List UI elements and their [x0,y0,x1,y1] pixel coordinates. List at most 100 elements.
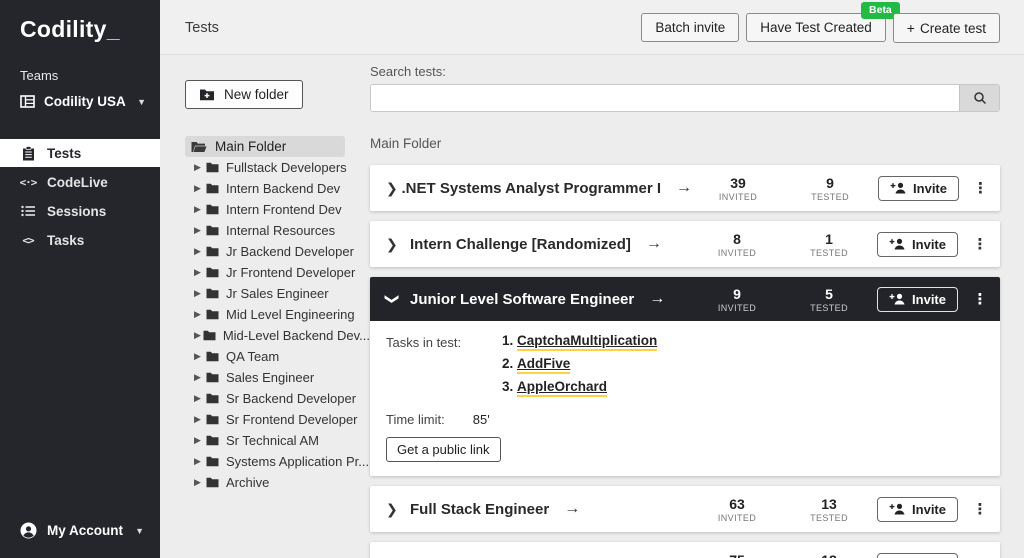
sidebar-item-tests[interactable]: Tests [0,139,160,167]
folder-label: Mid Level Engineering [226,307,355,322]
expand-chevron-icon[interactable]: ❯ [386,236,410,253]
folder-tree-item[interactable]: ▶ Fullstack Developers [185,157,370,178]
new-folder-button[interactable]: New folder [185,80,303,109]
folder-label: QA Team [226,349,279,364]
codility-logo: Codility_ [0,0,160,43]
caret-right-icon: ▶ [194,225,206,236]
search-button[interactable] [959,85,999,111]
open-test-arrow-icon[interactable]: → [564,500,580,518]
folder-tree-item[interactable]: ▶ Jr Backend Developer [185,241,370,262]
folder-tree-item[interactable]: ▶ Mid-Level Backend Dev... [185,325,370,346]
folder-label: Internal Resources [226,223,335,238]
folder-tree-item[interactable]: ▶ Intern Backend Dev [185,178,370,199]
folder-tree-item[interactable]: ▶ Sr Frontend Developer [185,409,370,430]
test-title[interactable]: Junior Level Software Engineer [410,291,634,308]
kebab-menu-icon[interactable]: ⋮ [973,179,988,197]
folder-tree-item[interactable]: ▶ Archive [185,472,370,493]
sidebar-item-label: Tasks [47,233,84,248]
task-list: CaptchaMultiplication AddFive AppleOrcha… [500,333,657,402]
topbar: Tests Batch invite Have Test Created Bet… [160,0,1024,55]
folder-tree-item[interactable]: ▶ Sr Backend Developer [185,388,370,409]
tested-count: 1 [783,231,875,247]
test-card: ❯ Junior Level Software Engineer → 9 INV… [370,277,1000,476]
caret-right-icon: ▶ [194,477,206,488]
invited-count: 63 [691,496,783,512]
folder-label: Main Folder [215,139,286,154]
test-stats: 9 INVITED 5 TESTED [691,286,875,313]
team-selector[interactable]: Codility USA ▼ [20,94,146,109]
invited-label: INVITED [691,248,783,258]
sidebar-item-codelive[interactable]: <·> CodeLive [0,168,160,196]
folder-icon [206,267,219,278]
folder-icon [206,351,219,362]
folder-icon [206,477,219,488]
batch-invite-button[interactable]: Batch invite [641,13,739,42]
folder-tree-item[interactable]: ▶ Intern Frontend Dev [185,199,370,220]
tested-label: TESTED [783,248,875,258]
caret-right-icon: ▶ [194,414,206,425]
invite-button[interactable]: Invite [877,232,958,257]
folder-icon [203,330,216,341]
caret-right-icon: ▶ [194,246,206,257]
folder-icon [206,372,219,383]
kebab-menu-icon[interactable]: ⋮ [972,290,988,308]
open-test-arrow-icon[interactable]: → [649,290,665,308]
test-card-header: ❯ Intern Challenge [Randomized] → 8 INVI… [370,221,1000,267]
folder-tree-item[interactable]: ▶ Jr Frontend Developer [185,262,370,283]
expand-chevron-icon[interactable]: ❯ [386,180,401,197]
test-list: ❯ .NET Systems Analyst Programmer I → 39… [370,165,1000,558]
folder-tree-item[interactable]: ▶ Sr Technical AM [185,430,370,451]
create-test-button[interactable]: +Create test [893,13,1000,43]
test-card: ❯ Intern Challenge [Randomized] → 8 INVI… [370,221,1000,267]
expand-chevron-icon[interactable]: ❯ [386,501,410,518]
task-link[interactable]: AppleOrchard [517,379,607,397]
folder-icon [206,414,219,425]
search-input[interactable] [371,85,959,111]
folder-tree-item[interactable]: ▶ Sales Engineer [185,367,370,388]
expand-chevron-icon[interactable]: ❯ [384,293,401,309]
sidebar-item-tasks[interactable]: <> Tasks [0,226,160,254]
my-account[interactable]: My Account ▼ [0,516,160,545]
task-link[interactable]: AddFive [517,356,570,374]
kebab-menu-icon[interactable]: ⋮ [972,235,988,253]
invite-button[interactable]: Invite [877,553,958,558]
test-title[interactable]: Full Stack Engineer [410,501,549,518]
folder-tree-item[interactable]: ▶ QA Team [185,346,370,367]
test-card: ❯ Full Stack Engineer → 63 INVITED 13 TE… [370,486,1000,532]
folder-icon [206,183,219,194]
tested-count: 5 [783,286,875,302]
folder-icon [206,393,219,404]
invite-label: Invite [912,502,946,517]
folder-tree-item[interactable]: ▶ Mid Level Engineering [185,304,370,325]
open-test-arrow-icon[interactable]: → [646,235,662,253]
tested-count: 18 [783,552,875,558]
folder-label: Sr Backend Developer [226,391,356,406]
caret-right-icon: ▶ [194,267,206,278]
test-title[interactable]: .NET Systems Analyst Programmer I [401,180,661,197]
open-test-arrow-icon[interactable]: → [676,179,692,197]
folder-plus-icon [199,88,215,101]
caret-right-icon: ▶ [194,330,203,341]
folder-main-folder[interactable]: Main Folder [185,136,345,157]
sidebar-item-label: Sessions [47,204,106,219]
folder-tree-item[interactable]: ▶ Systems Application Pr... [185,451,370,472]
get-public-link-button[interactable]: Get a public link [386,437,501,462]
kebab-menu-icon[interactable]: ⋮ [972,500,988,518]
folder-tree-item[interactable]: ▶ Jr Sales Engineer [185,283,370,304]
invite-button[interactable]: Invite [877,287,958,312]
folder-tree-item[interactable]: ▶ Internal Resources [185,220,370,241]
code-icon: <> [20,234,36,247]
test-stats: 8 INVITED 1 TESTED [691,231,875,258]
new-folder-label: New folder [224,87,289,102]
sidebar-item-sessions[interactable]: Sessions [0,197,160,225]
person-add-icon [890,182,906,194]
folder-list: ▶ Fullstack Developers ▶ Intern Backend … [185,157,370,493]
invite-button[interactable]: Invite [878,176,959,201]
tasks-in-test-label: Tasks in test: [386,333,466,402]
caret-down-icon: ▼ [137,97,146,107]
stat-invited: 63 INVITED [691,496,783,523]
test-title[interactable]: Intern Challenge [Randomized] [410,236,631,253]
task-list-item: AddFive [517,356,657,371]
task-link[interactable]: CaptchaMultiplication [517,333,657,351]
invite-button[interactable]: Invite [877,497,958,522]
